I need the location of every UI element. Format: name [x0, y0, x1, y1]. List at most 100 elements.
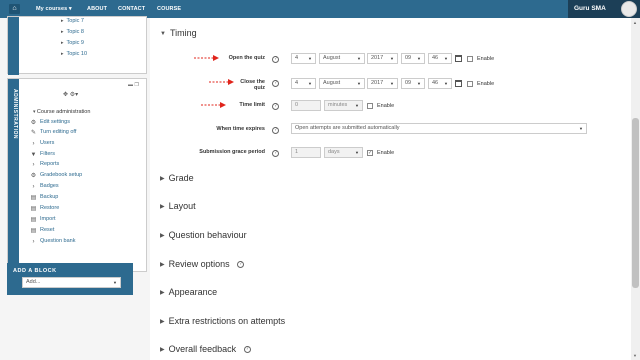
close-year-select[interactable]: 2017 ▼: [367, 78, 398, 89]
chevron-right-icon: ›: [32, 162, 35, 168]
topic-8-link[interactable]: Topic 8: [61, 29, 84, 35]
open-minute-select[interactable]: 46 ▼: [428, 53, 452, 64]
admin-badges[interactable]: Badges: [40, 183, 59, 189]
grace-period-input[interactable]: 1: [291, 147, 321, 158]
admin-filters[interactable]: Filters: [40, 151, 55, 157]
avatar: [621, 1, 637, 17]
section-overall-feedback[interactable]: ▶ Overall feedback ?: [160, 344, 251, 354]
calendar-icon[interactable]: [455, 55, 462, 62]
nav-my-courses[interactable]: My courses ▾: [36, 6, 72, 12]
caret-right-icon: ▶: [160, 347, 165, 353]
time-limit-unit-select[interactable]: minutes ▼: [324, 100, 363, 111]
chevron-down-icon: ▼: [308, 81, 312, 86]
open-month-select[interactable]: August ▼: [319, 53, 365, 64]
add-block-select-value: Add...: [26, 279, 41, 285]
annotation-arrow-icon: [201, 102, 226, 108]
section-grade[interactable]: ▶ Grade: [160, 173, 194, 183]
when-time-expires-select[interactable]: Open attempts are submitted automaticall…: [291, 123, 587, 134]
grace-period-label: Submission grace period: [199, 149, 265, 155]
help-icon[interactable]: ?: [272, 103, 279, 110]
admin-restore[interactable]: Restore: [40, 205, 59, 211]
admin-edit-settings[interactable]: Edit settings: [40, 119, 70, 125]
section-review-options-title: Review options: [168, 259, 230, 269]
grace-period-enable-checkbox[interactable]: ✓: [367, 150, 373, 156]
chevron-down-icon: ▼: [390, 81, 394, 86]
nav-course[interactable]: COURSE: [157, 6, 181, 12]
admin-reports[interactable]: Reports: [40, 161, 59, 167]
filter-icon: ▼: [30, 152, 37, 158]
nav-about[interactable]: ABOUT: [87, 6, 107, 12]
admin-turn-editing-off[interactable]: Turn editing off: [40, 129, 76, 135]
help-icon[interactable]: ?: [243, 346, 251, 354]
section-layout[interactable]: ▶ Layout: [160, 201, 196, 211]
chevron-down-icon: ▼: [308, 56, 312, 61]
help-icon[interactable]: ?: [272, 150, 279, 157]
calendar-icon[interactable]: [455, 80, 462, 87]
close-enable-checkbox[interactable]: [467, 81, 473, 87]
scroll-up-icon[interactable]: ▲: [633, 20, 637, 25]
close-month-select[interactable]: August ▼: [319, 78, 365, 89]
grace-period-value: 1: [295, 149, 299, 155]
caret-right-icon: ▶: [160, 290, 165, 296]
admin-backup[interactable]: Backup: [40, 194, 58, 200]
time-limit-enable-checkbox[interactable]: [367, 103, 373, 109]
section-question-behaviour[interactable]: ▶ Question behaviour: [160, 230, 247, 240]
open-enable-checkbox[interactable]: [467, 56, 473, 62]
open-hour-select[interactable]: 09 ▼: [401, 53, 425, 64]
annotation-arrow-icon: [209, 79, 234, 85]
close-month-value: August: [323, 80, 341, 86]
home-icon[interactable]: ⌂: [9, 4, 20, 14]
scrollbar-thumb[interactable]: [632, 118, 639, 288]
nav-contact[interactable]: CONTACT: [118, 6, 145, 12]
close-day-select[interactable]: 4 ▼: [291, 78, 316, 89]
grace-period-unit-select[interactable]: days ▼: [324, 147, 363, 158]
main-content: [150, 18, 631, 360]
user-menu[interactable]: Guru SMA: [568, 0, 640, 18]
topic-7-link[interactable]: Topic 7: [61, 18, 84, 24]
topic-9-link[interactable]: Topic 9: [61, 40, 84, 46]
reset-icon: ▤: [30, 228, 37, 234]
when-time-expires-value: Open attempts are submitted automaticall…: [295, 125, 400, 131]
navigation-block-tab: [8, 17, 19, 75]
chevron-right-icon: ›: [32, 239, 35, 245]
gear-icon: ⚙: [30, 173, 37, 179]
close-hour-select[interactable]: 09 ▼: [401, 78, 425, 89]
section-layout-title: Layout: [168, 201, 196, 211]
chevron-down-icon: ▼: [355, 103, 359, 108]
add-block-select[interactable]: Add... ▼: [22, 277, 121, 288]
caret-down-icon: ▼: [160, 31, 166, 37]
section-appearance-title: Appearance: [168, 287, 218, 297]
open-year-select[interactable]: 2017 ▼: [367, 53, 398, 64]
import-icon: ▤: [30, 217, 37, 223]
section-appearance[interactable]: ▶ Appearance: [160, 287, 217, 297]
block-actions-icon[interactable]: ▬ ❐: [128, 82, 139, 88]
help-icon[interactable]: ?: [272, 127, 279, 134]
topic-10-link[interactable]: Topic 10: [61, 51, 88, 57]
help-icon[interactable]: ?: [272, 56, 279, 63]
chevron-right-icon: ›: [32, 184, 35, 190]
close-minute-select[interactable]: 46 ▼: [428, 78, 452, 89]
admin-gradebook-setup[interactable]: Gradebook setup: [40, 172, 82, 178]
course-administration-label[interactable]: ▾ Course administration: [33, 109, 90, 115]
caret-right-icon: ▶: [160, 204, 165, 210]
help-icon[interactable]: ?: [272, 80, 279, 87]
chevron-down-icon: ▼: [417, 56, 421, 61]
section-review-options[interactable]: ▶ Review options ?: [160, 259, 245, 269]
admin-question-bank[interactable]: Question bank: [40, 238, 75, 244]
annotation-arrow-icon: [194, 55, 219, 61]
close-minute-value: 46: [432, 80, 439, 86]
administration-block-tab: ADMINISTRATION: [8, 79, 19, 273]
move-icon[interactable]: ✥ ⚙▾: [63, 91, 78, 98]
chevron-right-icon: ›: [32, 141, 35, 147]
open-day-select[interactable]: 4 ▼: [291, 53, 316, 64]
vertical-scrollbar[interactable]: ▲ ▼: [631, 18, 640, 360]
section-timing[interactable]: ▼ Timing: [160, 28, 197, 38]
admin-import[interactable]: Import: [40, 216, 56, 222]
help-icon[interactable]: ?: [237, 261, 245, 269]
section-extra-restrictions[interactable]: ▶ Extra restrictions on attempts: [160, 316, 285, 326]
admin-users[interactable]: Users: [40, 140, 54, 146]
section-question-behaviour-title: Question behaviour: [168, 230, 247, 240]
scroll-down-icon[interactable]: ▼: [633, 353, 637, 358]
admin-reset[interactable]: Reset: [40, 227, 54, 233]
time-limit-input[interactable]: 0: [291, 100, 321, 111]
